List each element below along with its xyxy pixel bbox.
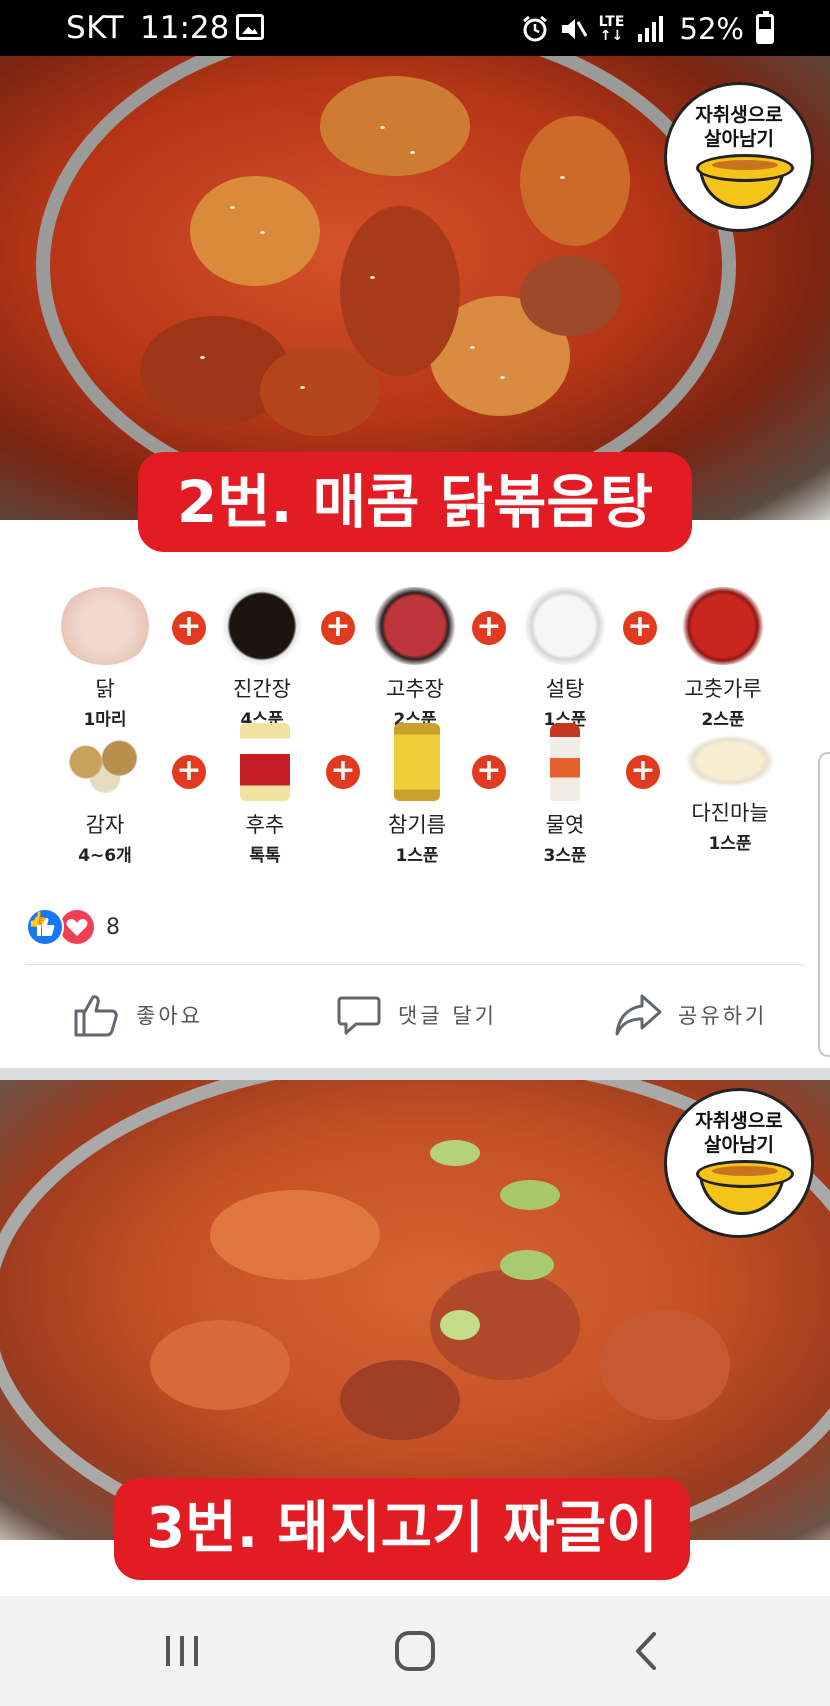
green-onion-piece [500,1250,554,1280]
stew-piece [210,1190,380,1280]
ingredient-item: 설탕 1스푼 [490,587,640,730]
noodle-bowl-icon [696,154,794,209]
chicken-icon [57,587,153,665]
divider [26,964,804,965]
share-label: 공유하기 [678,1004,768,1028]
logo-text-line1: 자취생으로 [695,1110,783,1132]
like-button[interactable]: 좋아요 [72,989,203,1041]
comment-icon [337,996,381,1035]
stew-piece [150,1320,290,1410]
battery-fill [759,28,771,41]
logo-text-line2: 살아남기 [704,128,774,150]
chicken-piece [520,256,620,336]
post-image-chicken-stew[interactable]: 자취생으로 살아남기 [0,56,830,520]
ingredient-item: 참기름 1스푼 [342,723,492,866]
comment-label: 댓글 달기 [398,1004,497,1028]
potato-icon [57,723,153,801]
noodle-bowl-icon [696,1160,794,1215]
battery-percent: 52% [679,12,744,46]
garlic-icon [682,733,778,789]
alarm-icon [522,15,547,42]
ingredient-name: 감자 [85,813,125,837]
image-icon [236,14,264,40]
recent-apps-icon[interactable] [152,1626,212,1676]
share-button[interactable]: 공유하기 [614,989,767,1041]
ingredients-panel: 닭 1마리 + 진간장 4스푼 + 고추장 2스푼 + 설탕 1스푼 + 고춧가… [0,575,830,875]
ingredient-item: 고추장 2스푼 [340,587,490,730]
status-bar: SKT 11:28 LTE ↑↓ 52% [0,0,830,56]
chicken-piece [260,346,380,436]
ingredient-name: 고춧가루 [684,677,762,701]
ingredient-item: 고춧가루 2스푼 [648,587,798,730]
ingredient-name: 참기름 [388,813,446,837]
sugar-icon [517,587,613,665]
ingredient-name: 고추장 [386,677,444,701]
stew-piece [600,1310,730,1420]
ingredient-name: 다진마늘 [691,801,769,825]
signal-icon [637,16,663,42]
share-icon [615,994,662,1036]
home-icon[interactable] [385,1626,445,1676]
soy-sauce-icon [214,587,310,665]
network-label: LTE [598,14,625,30]
ingredient-item: 진간장 4스푼 [187,587,337,730]
stew-piece [340,1360,460,1440]
post-separator [0,1068,830,1080]
corn-syrup-icon [550,723,580,801]
pepper-icon [240,723,290,801]
recipe-title-text: 3번. 돼지고기 짜글이 [146,1496,658,1561]
ingredient-amount: 1스푼 [395,846,439,866]
recipe-title-text: 2번. 매콤 닭볶음탕 [176,468,654,536]
brand-logo: 자취생으로 살아남기 [664,82,814,232]
back-icon[interactable] [618,1626,678,1676]
mute-icon [561,19,587,39]
ingredient-name: 설탕 [545,677,585,701]
potato-piece [520,116,630,246]
comment-button[interactable]: 댓글 달기 [336,989,497,1041]
status-icons: LTE ↑↓ 52% [520,11,774,46]
post-image-pork-stew[interactable]: 자취생으로 살아남기 [0,1080,830,1540]
ingredient-name: 후추 [245,813,285,837]
recipe-title: 3번. 돼지고기 짜글이 [114,1478,690,1580]
ingredient-item: 물엿 3스푼 [490,723,640,866]
ingredient-amount: 1스푼 [708,834,752,854]
ingredient-amount: 4~6개 [78,846,132,866]
chicken-piece [340,206,460,376]
like-label: 좋아요 [136,1004,203,1028]
green-onion-piece [430,1140,480,1166]
ingredient-item: 후추 톡톡 [190,723,340,866]
post-actions: 좋아요 댓글 달기 공유하기 [0,975,830,1055]
system-navigation-bar [0,1596,830,1706]
potato-piece [190,176,320,286]
gochujang-icon [367,587,463,665]
ingredient-amount: 3스푼 [543,846,587,866]
battery-icon [756,11,774,44]
green-onion-piece [440,1310,480,1340]
ingredient-name: 진간장 [233,677,291,701]
ingredient-amount: 톡톡 [249,846,281,866]
reactions-summary[interactable]: 8 [26,908,120,946]
carrier-label: SKT [66,10,125,46]
ingredient-item: 닭 1마리 [30,587,180,730]
potato-piece [320,76,470,176]
brand-logo: 자취생으로 살아남기 [664,1088,814,1238]
reaction-count: 8 [106,914,120,940]
ingredient-name: 닭 [95,677,115,701]
lte-icon: LTE ↑↓ [598,14,625,44]
ingredient-name: 물엿 [545,813,585,837]
ingredient-item: 감자 4~6개 [30,723,180,866]
logo-text-line1: 자취생으로 [695,104,783,126]
clock: 11:28 [140,10,230,46]
sesame-oil-icon [394,723,440,801]
thumbs-up-icon [74,995,118,1037]
chili-powder-icon [675,587,771,665]
like-reaction-icon [26,908,64,946]
recipe-title: 2번. 매콤 닭볶음탕 [138,452,692,552]
ingredient-item: 다진마늘 1스푼 [655,723,805,854]
logo-text-line2: 살아남기 [704,1134,774,1156]
green-onion-piece [500,1180,560,1210]
